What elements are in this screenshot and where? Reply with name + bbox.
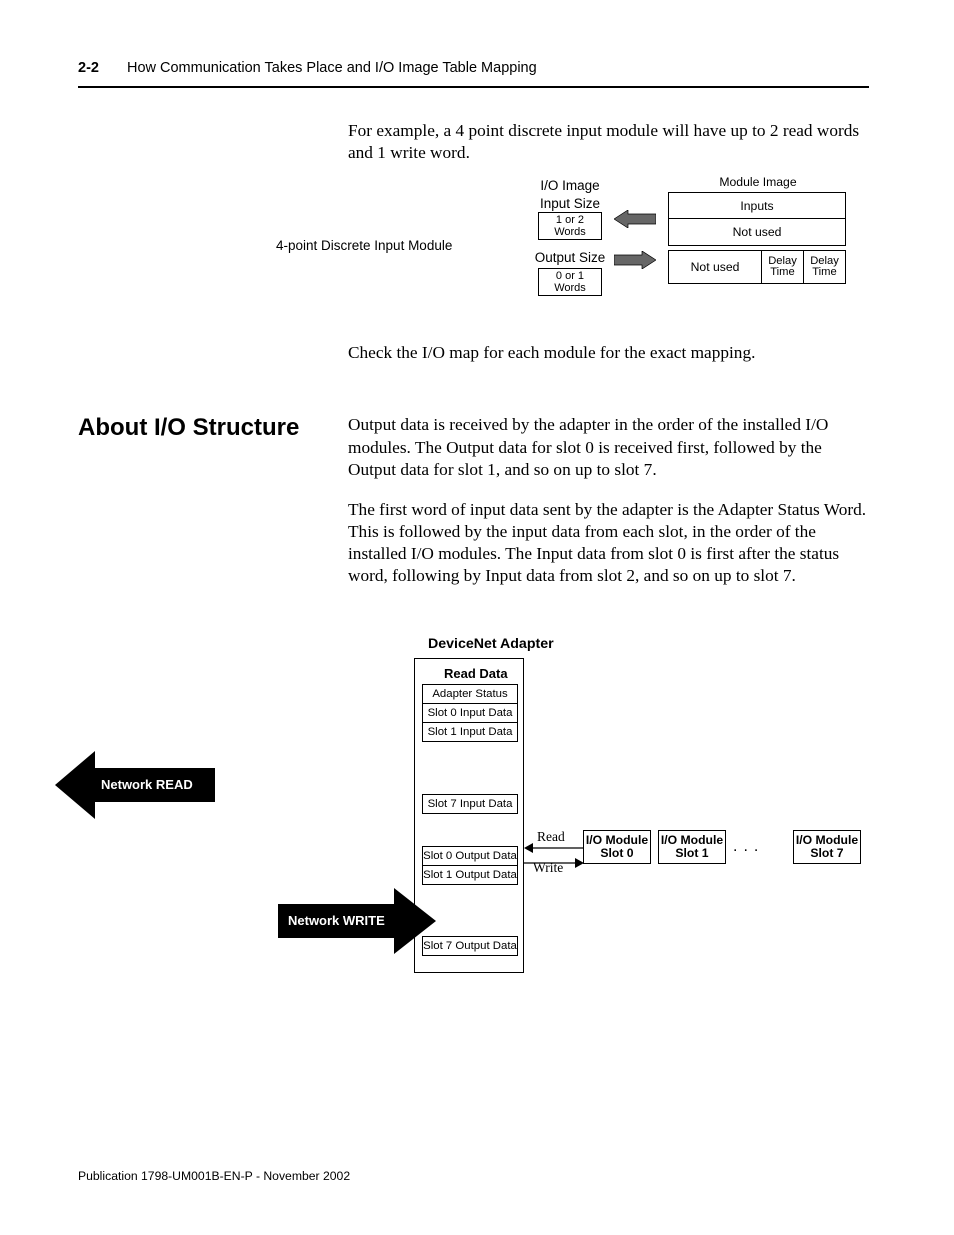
output-size-label: Output Size xyxy=(534,250,606,265)
read-row-0: Adapter Status xyxy=(422,684,518,704)
section-para-1: Output data is received by the adapter i… xyxy=(348,414,869,480)
notused-cell-2: Not used xyxy=(668,250,761,284)
write-stack: Slot 0 Output Data Slot 1 Output Data xyxy=(422,846,518,885)
write-row-slot7: Slot 7 Output Data xyxy=(422,936,518,956)
write-label: Write xyxy=(533,860,563,876)
module-slot-1: I/O Module Slot 1 xyxy=(658,830,726,864)
read-stack: Adapter Status Slot 0 Input Data Slot 1 … xyxy=(422,684,518,742)
publication-footer: Publication 1798-UM001B-EN-P - November … xyxy=(78,1169,350,1183)
running-title: How Communication Takes Place and I/O Im… xyxy=(127,60,537,76)
section-para-2: The first word of input data sent by the… xyxy=(348,499,869,588)
header-rule xyxy=(78,86,869,88)
delay-cell-1: Delay Time xyxy=(761,250,803,284)
write-row-0: Slot 0 Output Data xyxy=(422,846,518,866)
intro-paragraph: For example, a 4 point discrete input mo… xyxy=(348,120,869,164)
write-row-1: Slot 1 Output Data xyxy=(422,866,518,885)
read-row-2: Slot 1 Input Data xyxy=(422,723,518,742)
delay-cell-2: Delay Time xyxy=(803,250,846,284)
adapter-diagram: DeviceNet Adapter Read Data Adapter Stat… xyxy=(78,636,869,986)
module-label: 4-point Discrete Input Module xyxy=(276,238,452,253)
input-size-label: Input Size xyxy=(534,196,606,211)
network-read-arrow: Network READ xyxy=(55,751,215,824)
arrow-left-icon xyxy=(614,210,656,228)
io-image-label: I/O Image xyxy=(534,178,606,193)
io-image-diagram: 4-point Discrete Input Module I/O Image … xyxy=(78,182,869,302)
adapter-title: DeviceNet Adapter xyxy=(428,636,554,652)
read-row-1: Slot 0 Input Data xyxy=(422,704,518,723)
check-paragraph: Check the I/O map for each module for th… xyxy=(348,342,869,364)
read-label: Read xyxy=(537,829,565,845)
page-number: 2-2 xyxy=(78,60,99,76)
running-header: 2-2 How Communication Takes Place and I/… xyxy=(78,60,869,76)
module-ellipsis: ... xyxy=(733,838,764,856)
words-in-box: 1 or 2 Words xyxy=(538,212,602,240)
arrow-right-icon xyxy=(614,251,656,269)
module-slot-7: I/O Module Slot 7 xyxy=(793,830,861,864)
notused-cell: Not used xyxy=(668,218,846,246)
inputs-cell: Inputs xyxy=(668,192,846,219)
words-out-box: 0 or 1 Words xyxy=(538,268,602,296)
module-image-label: Module Image xyxy=(668,175,848,189)
network-write-arrow: Network WRITE xyxy=(278,888,436,959)
section-heading: About I/O Structure xyxy=(78,414,299,441)
output-row: Not used Delay Time Delay Time xyxy=(668,250,846,284)
about-io-structure-section: About I/O Structure Output data is recei… xyxy=(78,414,869,601)
page: 2-2 How Communication Takes Place and I/… xyxy=(0,0,954,1235)
module-slot-0: I/O Module Slot 0 xyxy=(583,830,651,864)
read-row-slot7: Slot 7 Input Data xyxy=(422,794,518,814)
read-data-title: Read Data xyxy=(444,666,508,681)
